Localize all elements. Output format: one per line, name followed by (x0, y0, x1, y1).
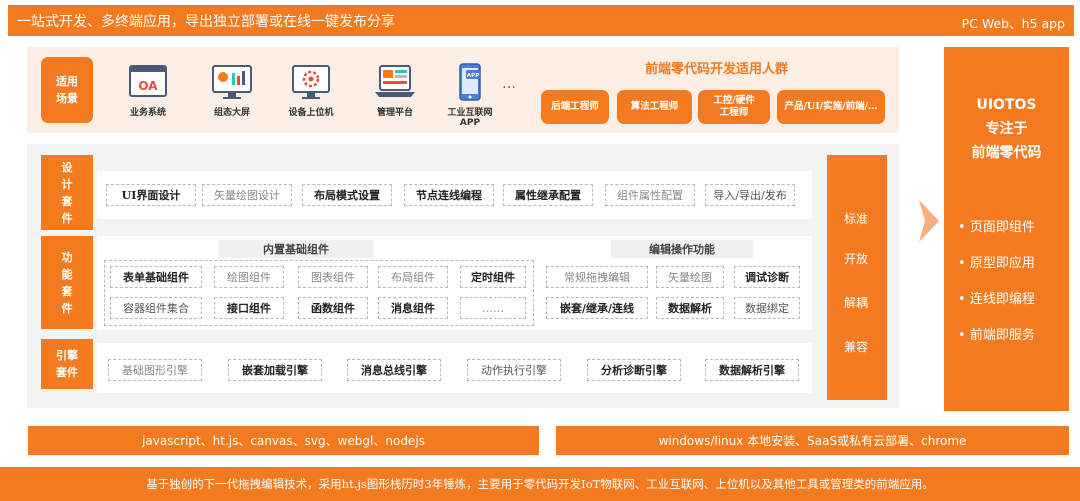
device-monitor-icon (289, 62, 333, 102)
builtin-component-3: 图表组件 (298, 266, 368, 288)
bullet-4: • 前端即服务 (958, 328, 1035, 343)
standards-column (827, 155, 887, 400)
oa-window-icon: OA (126, 62, 170, 102)
builtin-component-5: 定时组件 (460, 266, 526, 288)
scenario-label: 适用 场景 (41, 57, 93, 123)
role-product: 产品/UI/实施/前端/… (777, 90, 885, 124)
function-kit-label: 功 能 套 件 (41, 236, 93, 329)
builtin-component-row2-2: 接口组件 (214, 297, 284, 319)
scenario-label-dashboard: 组态大屏 (213, 108, 250, 118)
bullet-2: • 原型即应用 (958, 256, 1035, 271)
footer-bar: 基于独创的下一代拖拽编辑技术，采用ht.js图形栈历时3年锤炼，主要用于零代码开… (0, 467, 1080, 501)
deploy-text: windows/linux 本地安装、SaaS或私有云部署、chrome (658, 434, 967, 448)
bullet-1: • 页面即组件 (958, 220, 1035, 235)
phone-app-icon: APP (448, 62, 492, 102)
edit-function-row2-2: 数据解析 (656, 297, 724, 319)
role-algorithm: 算法工程师 (617, 90, 692, 124)
admin-laptop-icon (373, 62, 417, 102)
tech-stack-text: javascript、ht.js、canvas、svg、webgl、nodejs (142, 434, 425, 448)
scenario-ellipsis: … (502, 76, 516, 92)
scenario-business-system: OA 业务系统 (113, 62, 183, 118)
design-kit-label: 设 计 套 件 (41, 155, 93, 230)
right-panel-title: UIOTOS 专注于 前端零代码 (971, 97, 1042, 161)
builtin-component-row2-1: 容器组件集合 (110, 297, 202, 319)
dashboard-monitor-icon (210, 62, 254, 102)
builtin-component-row2-3: 函数组件 (298, 297, 368, 319)
audience-title: 前端零代码开发适用人群 (645, 62, 789, 77)
standard-2: 开放 (844, 252, 869, 266)
header-platforms: PC Web、h5 app (961, 16, 1065, 31)
scenario-dashboard: 组态大屏 (197, 62, 267, 118)
edit-title-box: 编辑操作功能 (611, 240, 753, 258)
bullet-3: • 连线即编程 (958, 292, 1035, 307)
engine-item-2: 嵌套加载引擎 (228, 359, 322, 381)
scenario-industrial-app: APP 工业互联网 APP (435, 62, 505, 128)
scenario-admin: 管理平台 (360, 62, 430, 118)
engine-item-4: 动作执行引擎 (467, 359, 561, 381)
builtin-title: 内置基础组件 (263, 243, 329, 256)
design-item-4: 节点连线编程 (404, 184, 494, 206)
engine-item-6: 数据解析引擎 (705, 359, 799, 381)
engine-kit-label: 引擎 套件 (41, 339, 93, 389)
role-hardware: 工控/硬件 工程师 (698, 90, 770, 124)
standard-4: 兼容 (844, 340, 869, 354)
scenario-label-admin: 管理平台 (376, 108, 413, 118)
design-item-6: 组件属性配置 (605, 184, 695, 206)
app-icon-text: APP (467, 73, 479, 79)
edit-function-3: 调试诊断 (734, 266, 800, 288)
standard-3: 解耦 (844, 296, 869, 310)
deploy-bar: windows/linux 本地安装、SaaS或私有云部署、chrome (556, 426, 1069, 455)
standard-1: 标准 (844, 212, 869, 226)
arrow-right-icon (917, 198, 941, 248)
builtin-title-box: 内置基础组件 (218, 240, 374, 258)
design-item-2: 矢量绘图设计 (202, 184, 292, 206)
edit-function-2: 矢量绘图 (656, 266, 724, 288)
edit-function-1: 常规拖拽编辑 (546, 266, 648, 288)
builtin-component-2: 绘图组件 (214, 266, 284, 288)
edit-function-row2-1: 嵌套/继承/连线 (546, 297, 648, 319)
builtin-component-row2-4: 消息组件 (378, 297, 448, 319)
scenario-device: 设备上位机 (276, 62, 346, 118)
design-item-7: 导入/导出/发布 (705, 184, 795, 206)
scenario-label-device: 设备上位机 (288, 108, 334, 118)
design-item-3: 布局模式设置 (302, 184, 392, 206)
oa-icon-text: OA (138, 79, 158, 93)
builtin-component-1: 表单基础组件 (110, 266, 202, 288)
tech-stack-bar: javascript、ht.js、canvas、svg、webgl、nodejs (28, 426, 539, 455)
edit-title: 编辑操作功能 (649, 243, 715, 256)
header-bar: 一站式开发、多终端应用，导出独立部署或在线一键发布分享 PC Web、h5 ap… (8, 5, 1074, 36)
builtin-component-row2-5: …… (460, 297, 526, 319)
scenario-label-business: 业务系统 (129, 108, 166, 118)
edit-function-row2-3: 数据绑定 (734, 297, 800, 319)
header-title: 一站式开发、多终端应用，导出独立部署或在线一键发布分享 (17, 14, 395, 30)
engine-item-1: 基础图形引擎 (108, 359, 202, 381)
scenario-label-industrial-app: 工业互联网 APP (447, 108, 493, 128)
footer-text: 基于独创的下一代拖拽编辑技术，采用ht.js图形栈历时3年锤炼，主要用于零代码开… (146, 477, 934, 491)
engine-item-5: 分析诊断引擎 (587, 359, 681, 381)
engine-item-3: 消息总线引擎 (347, 359, 441, 381)
role-backend: 后端工程师 (541, 90, 609, 124)
design-item-1: UI界面设计 (106, 184, 196, 206)
builtin-component-4: 布局组件 (378, 266, 448, 288)
design-item-5: 属性继承配置 (503, 184, 593, 206)
